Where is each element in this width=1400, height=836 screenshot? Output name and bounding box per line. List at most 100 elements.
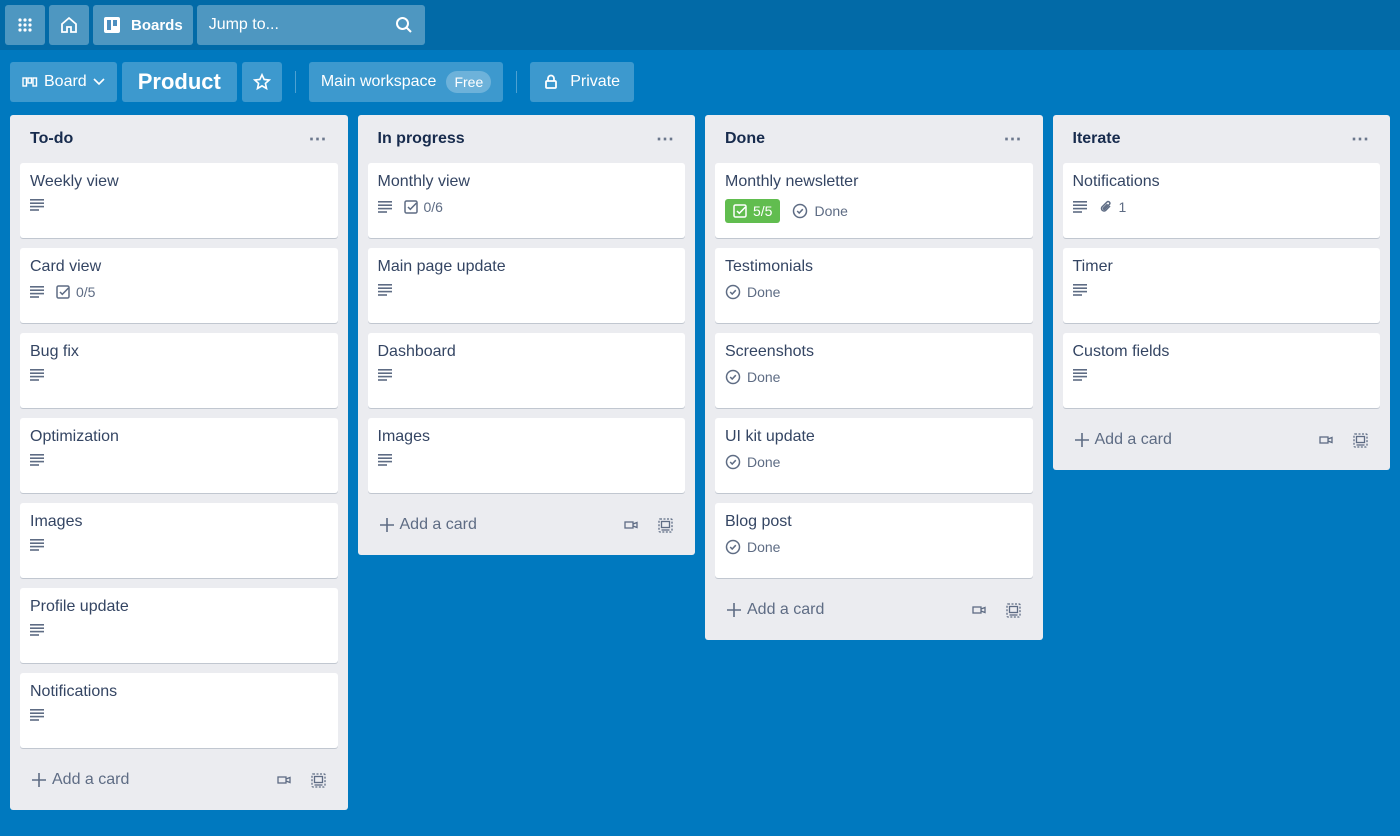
due-status-badge: Done — [792, 203, 848, 219]
card[interactable]: Bug fix — [20, 333, 338, 408]
home-icon — [61, 16, 77, 33]
card-badges: Done — [725, 454, 1023, 470]
card-title: Main page update — [377, 258, 506, 275]
card[interactable]: Weekly view — [20, 163, 338, 238]
list-title[interactable]: Iterate — [1073, 130, 1121, 148]
board-view-icon — [22, 77, 38, 87]
card-template-icon — [1353, 432, 1368, 448]
create-from-template-button[interactable] — [310, 772, 326, 788]
record-video-button[interactable] — [1319, 435, 1333, 445]
status-text: Done — [747, 539, 781, 555]
description-badge — [1072, 284, 1087, 296]
description-icon — [1072, 201, 1087, 213]
card[interactable]: Custom fields — [1062, 333, 1380, 408]
due-complete-icon — [725, 369, 741, 385]
add-card-button[interactable]: Add a card — [727, 601, 824, 619]
card[interactable]: Optimization — [20, 418, 338, 493]
description-badge — [1072, 369, 1087, 381]
home-button[interactable] — [49, 5, 89, 45]
card[interactable]: Notifications 1 — [1062, 163, 1380, 238]
video-icon — [971, 606, 986, 614]
search-placeholder: Jump to... — [208, 16, 279, 33]
board-view-label: Board — [44, 73, 87, 90]
card-title: Monthly view — [377, 173, 470, 190]
card-template-icon — [310, 772, 326, 788]
add-card-label: Add a card — [1094, 431, 1172, 448]
card-template-icon — [1005, 602, 1021, 618]
description-icon — [30, 369, 44, 381]
card-badges: Done — [725, 284, 1023, 300]
list-menu-icon[interactable]: ⋯ — [1004, 129, 1023, 150]
list-title[interactable]: In progress — [378, 130, 465, 148]
list-header[interactable]: In progress ⋯ — [368, 115, 686, 163]
list-menu-icon[interactable]: ⋯ — [1351, 129, 1370, 150]
card[interactable]: Monthly view 0/6 — [367, 163, 685, 238]
record-video-button[interactable] — [624, 520, 638, 530]
card-badges — [30, 709, 328, 721]
workspace-label: Main workspace — [320, 73, 437, 90]
create-from-template-button[interactable] — [658, 517, 673, 533]
card-title: Testimonials — [725, 258, 814, 275]
description-badge — [30, 199, 44, 211]
card-badges: 1 — [1072, 199, 1371, 215]
create-from-template-button[interactable] — [1353, 432, 1368, 448]
status-text: Done — [747, 284, 781, 300]
card[interactable]: Screenshots Done — [715, 333, 1033, 408]
jump-to-search[interactable]: Jump to... — [196, 5, 425, 45]
visibility-button[interactable]: Private — [530, 62, 635, 102]
star-icon — [252, 73, 271, 91]
board-title[interactable]: Product — [121, 62, 237, 102]
boards-button[interactable]: Boards — [93, 5, 193, 45]
card[interactable]: Main page update — [367, 248, 685, 323]
card-title: Custom fields — [1072, 343, 1170, 360]
board-view-switcher[interactable]: Board — [10, 62, 117, 102]
card[interactable]: Images — [20, 503, 338, 578]
card[interactable]: Timer — [1062, 248, 1380, 323]
add-card-button[interactable]: Add a card — [379, 516, 477, 534]
create-from-template-button[interactable] — [1005, 602, 1021, 618]
card[interactable]: Monthly newsletter 5/5 Done — [715, 163, 1033, 238]
card[interactable]: Profile update — [20, 588, 338, 663]
boards-icon — [104, 17, 120, 33]
add-card-button[interactable]: Add a card — [1074, 431, 1172, 449]
add-card-button[interactable]: Add a card — [32, 771, 129, 789]
card[interactable]: UI kit update Done — [715, 418, 1033, 493]
list-menu-icon[interactable]: ⋯ — [309, 129, 328, 150]
description-badge — [30, 709, 44, 721]
add-card-label: Add a card — [399, 516, 477, 533]
plus-icon — [32, 773, 46, 787]
record-video-button[interactable] — [971, 605, 986, 615]
card-title: Dashboard — [377, 343, 456, 360]
description-icon — [377, 369, 392, 381]
card-badges — [30, 199, 328, 211]
card[interactable]: Blog post Done — [715, 503, 1033, 578]
list-menu-icon[interactable]: ⋯ — [656, 129, 675, 150]
checklist-badge: 0/5 — [56, 284, 95, 300]
add-card-row: Add a card — [1063, 418, 1381, 462]
star-board-button[interactable] — [241, 62, 282, 102]
list-title[interactable]: Done — [725, 130, 765, 148]
boards-label: Boards — [131, 16, 183, 34]
card-title: Timer — [1072, 258, 1113, 275]
card[interactable]: Dashboard — [367, 333, 685, 408]
description-badge — [377, 201, 392, 213]
card[interactable]: Testimonials Done — [715, 248, 1033, 323]
description-badge — [1072, 201, 1087, 213]
checklist-badge: 5/5 — [725, 199, 781, 223]
plus-icon — [1074, 433, 1089, 447]
workspace-button[interactable]: Main workspace Free — [308, 62, 504, 102]
list-header[interactable]: Done ⋯ — [715, 115, 1033, 163]
record-video-button[interactable] — [276, 775, 291, 785]
card[interactable]: Card view 0/5 — [20, 248, 338, 323]
list-header[interactable]: Iterate ⋯ — [1063, 115, 1381, 163]
list-header[interactable]: To-do ⋯ — [20, 115, 338, 163]
description-badge — [377, 284, 392, 296]
card[interactable]: Notifications — [20, 673, 338, 748]
card-title: Weekly view — [30, 173, 119, 190]
checklist-count: 5/5 — [753, 203, 773, 219]
apps-button[interactable] — [5, 5, 45, 45]
chevron-down-icon — [93, 78, 105, 86]
description-badge — [377, 454, 392, 466]
card[interactable]: Images — [367, 418, 685, 493]
list-title[interactable]: To-do — [30, 130, 73, 148]
